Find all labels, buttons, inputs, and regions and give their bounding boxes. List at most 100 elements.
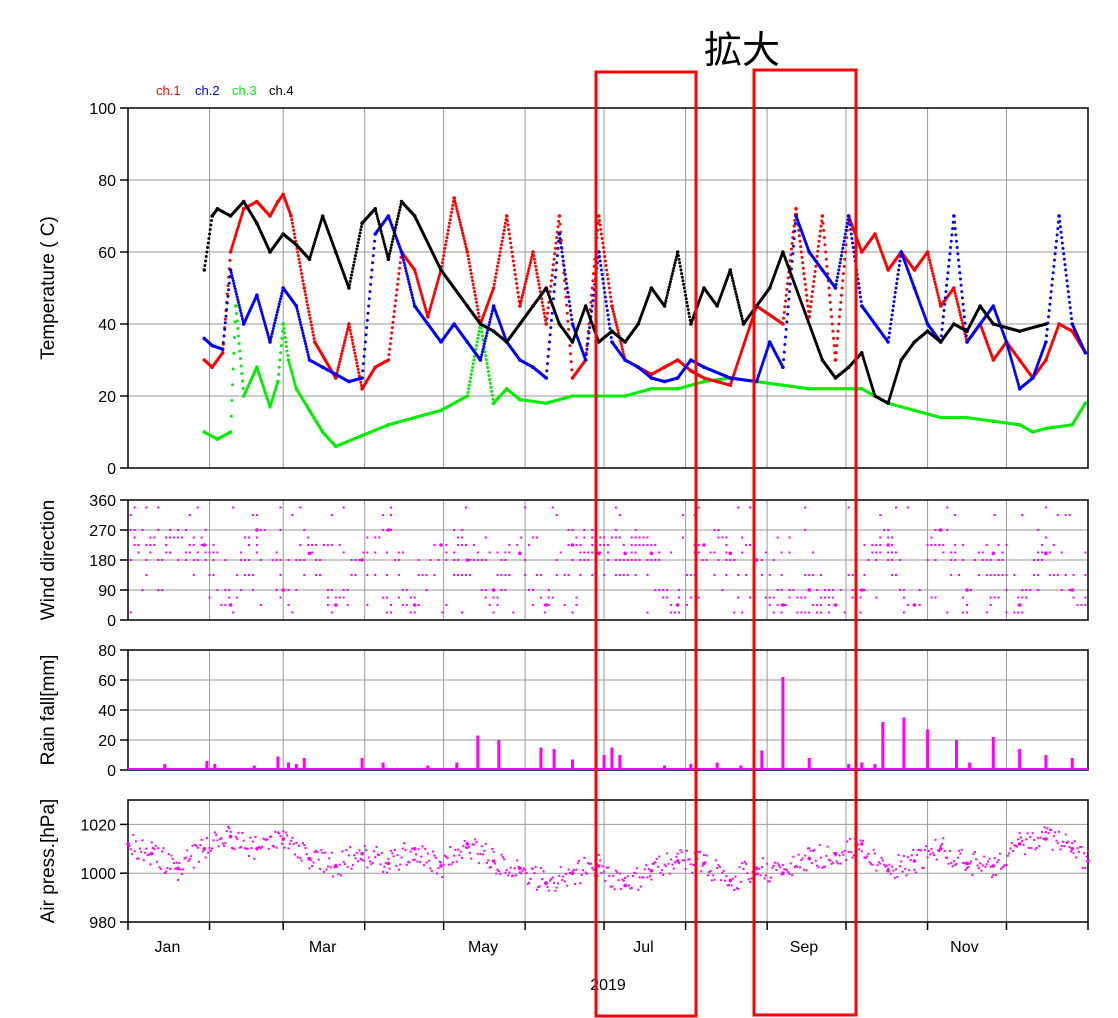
trace-point-ch1 [502, 228, 506, 232]
trace-point-ch2 [586, 336, 590, 340]
trace-point-ch1 [552, 257, 556, 261]
trace-point-ch3 [470, 369, 474, 373]
trace-point-ch1 [498, 254, 502, 258]
trace-point-ch1 [298, 261, 302, 265]
trace-point-ch2 [274, 316, 278, 320]
trace-point-ch1 [469, 272, 473, 276]
trace-point-ch1 [396, 282, 400, 286]
trace-point-ch1 [808, 310, 812, 314]
trace-point-ch2 [1058, 219, 1062, 223]
trace-point-ch2 [1066, 290, 1070, 294]
trace-point-ch2 [570, 318, 574, 321]
trace-point-ch3 [467, 387, 471, 391]
trace-point-ch4 [357, 234, 361, 238]
trace-point-ch1 [842, 264, 846, 268]
trace-point-ch2 [306, 353, 310, 357]
trace-point-ch1 [605, 268, 609, 272]
trace-point-ch1 [818, 229, 822, 233]
trace-point-ch1 [832, 336, 836, 340]
trace-point-ch2 [837, 268, 841, 272]
trace-point-ch2 [587, 331, 591, 335]
trace-point-ch3 [466, 390, 470, 394]
trace-point-ch3 [279, 344, 283, 348]
trace-point-ch2 [1059, 230, 1063, 234]
trace-point-ch2 [943, 296, 947, 300]
trace-point-ch2 [547, 340, 551, 344]
trace-point-ch2 [296, 312, 300, 316]
trace-point-ch1 [228, 258, 232, 262]
trace-point-ch1 [300, 275, 304, 279]
trace-point-ch1 [928, 261, 932, 265]
trace-point-ch1 [477, 315, 481, 319]
trace-point-ch1 [604, 264, 608, 267]
trace-point-ch1 [809, 300, 813, 304]
trace-point-ch2 [231, 276, 235, 280]
trace-point-ch3 [468, 380, 472, 384]
trace-point-ch1 [932, 277, 936, 281]
trace-point-ch1 [801, 261, 805, 265]
trace-point-ch2 [567, 295, 571, 299]
trace-point-ch1 [513, 268, 517, 272]
trace-point-ch1 [303, 289, 307, 293]
trace-point-ch1 [471, 282, 475, 286]
trace-point-ch3 [487, 373, 491, 377]
y-tick-label: 20 [98, 389, 116, 406]
trace-point-ch1 [843, 250, 847, 254]
trace-point-ch2 [952, 214, 956, 218]
trace-point-ch1 [824, 257, 828, 261]
trace-point-ch4 [380, 232, 384, 236]
trace-point-ch3 [469, 376, 473, 380]
trace-point-ch3 [239, 364, 243, 368]
trace-point-ch1 [390, 326, 394, 330]
trace-point-ch1 [936, 293, 940, 297]
trace-point-ch1 [475, 304, 479, 308]
trace-point-ch1 [469, 268, 473, 272]
trace-point-ch2 [559, 246, 563, 249]
trace-point-ch1 [556, 225, 560, 229]
trace-point-ch2 [845, 225, 849, 229]
trace-point-ch4 [391, 237, 395, 241]
trace-point-ch2 [844, 228, 848, 232]
trace-point-ch1 [537, 282, 541, 286]
y-tick-label: 100 [89, 101, 116, 118]
trace-point-ch2 [484, 336, 488, 340]
trace-point-ch2 [1065, 279, 1069, 283]
trace-point-ch1 [307, 313, 311, 317]
trace-point-ch2 [600, 273, 604, 276]
trace-point-ch2 [560, 250, 564, 254]
trace-point-ch1 [289, 214, 293, 218]
trace-point-ch1 [443, 246, 447, 250]
trace-point-ch1 [953, 289, 957, 293]
trace-point-ch1 [793, 218, 797, 222]
trace-point-ch1 [395, 288, 399, 292]
trace-point-ch1 [535, 272, 539, 276]
trace-point-ch2 [405, 274, 409, 278]
trace-point-ch3 [238, 349, 242, 353]
trace-point-ch2 [839, 254, 843, 258]
trace-point-ch2 [1060, 236, 1064, 240]
trace-point-ch2 [272, 324, 276, 328]
trace-point-ch3 [469, 372, 473, 376]
trace-point-ch1 [521, 291, 525, 294]
trace-point-ch1 [823, 243, 827, 247]
trace-point-ch2 [275, 313, 279, 317]
trace-point-ch1 [501, 236, 505, 240]
trace-point-ch1 [455, 207, 459, 211]
trace-point-ch1 [611, 309, 615, 313]
trace-point-ch2 [947, 258, 951, 262]
trace-point-ch2 [361, 362, 365, 366]
trace-point-ch1 [456, 212, 460, 216]
trace-point-ch2 [229, 271, 233, 275]
trace-point-ch1 [822, 236, 826, 240]
trace-point-ch1 [311, 330, 315, 334]
trace-point-ch2 [549, 326, 553, 330]
trace-point-ch2 [1052, 258, 1056, 262]
trace-point-ch1 [931, 272, 935, 276]
trace-point-ch2 [403, 264, 407, 267]
trace-point-ch1 [396, 277, 400, 281]
trace-point-ch2 [405, 272, 409, 276]
trace-point-ch1 [956, 302, 960, 306]
trace-point-ch1 [789, 247, 793, 251]
trace-point-ch2 [235, 295, 239, 299]
trace-point-ch3 [229, 430, 233, 434]
